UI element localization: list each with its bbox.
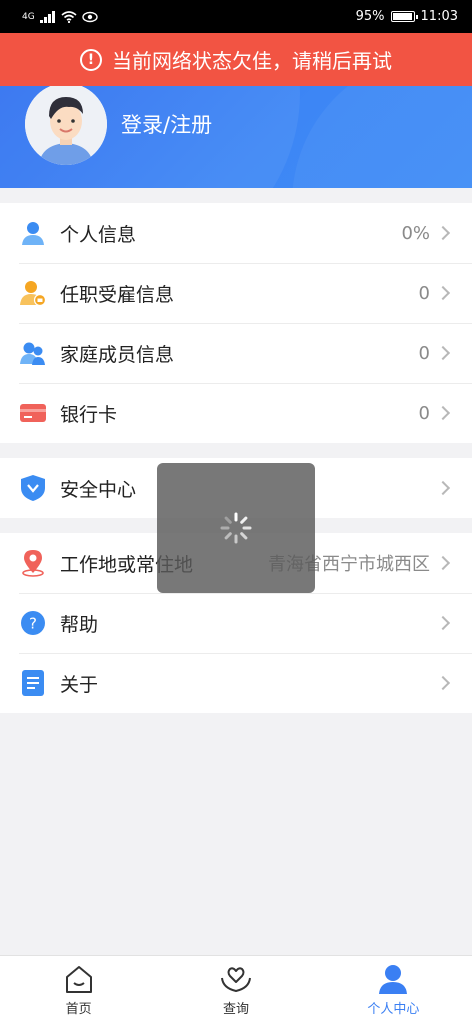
chevron-right-icon (435, 555, 451, 571)
eye-icon (82, 11, 98, 22)
chevron-right-icon (435, 480, 451, 496)
menu-item-value: 0 (418, 402, 430, 424)
bottom-tab-bar: 首页 查询 个人中心 (0, 955, 472, 1024)
network-warning-banner: ! 当前网络状态欠佳，请稍后再试 (0, 33, 472, 86)
battery-fill (392, 13, 412, 20)
tab-query[interactable]: 查询 (157, 956, 314, 1024)
menu-item-family-info[interactable]: 家庭成员信息 0 (0, 323, 472, 383)
menu-item-value: 0 (418, 342, 430, 364)
menu-item-label: 家庭成员信息 (60, 343, 175, 366)
family-icon (19, 339, 47, 367)
employment-icon (19, 279, 47, 307)
info-group: 个人信息 0% 任职受雇信息 0 家庭成员信息 0 银行卡 0 (0, 203, 472, 443)
menu-item-bank-card[interactable]: 银行卡 0 (0, 383, 472, 443)
wifi-icon (61, 10, 77, 23)
chevron-right-icon (435, 285, 451, 301)
location-pin-icon (19, 549, 47, 577)
tab-personal-center[interactable]: 个人中心 (315, 956, 472, 1024)
tab-label: 查询 (222, 1002, 249, 1017)
person-icon (19, 219, 47, 247)
chevron-right-icon (435, 345, 451, 361)
loading-overlay (157, 463, 315, 593)
menu-item-employment-info[interactable]: 任职受雇信息 0 (0, 263, 472, 323)
menu-item-value: 0% (401, 222, 430, 244)
avatar[interactable] (25, 83, 107, 165)
network-label: 4G (22, 11, 35, 22)
document-icon (19, 669, 47, 697)
tab-label: 个人中心 (367, 1002, 420, 1017)
shield-icon (19, 474, 47, 502)
menu-item-help[interactable]: ? 帮助 (0, 593, 472, 653)
avatar-illustration (25, 83, 107, 165)
heart-hands-icon (220, 967, 251, 993)
menu-item-label: 银行卡 (60, 403, 118, 426)
status-left: 4G (22, 10, 98, 23)
status-time: 11:03 (420, 9, 458, 24)
home-icon (65, 966, 92, 993)
tab-label: 首页 (65, 1002, 92, 1017)
chevron-right-icon (435, 225, 451, 241)
chevron-right-icon (435, 675, 451, 691)
svg-text:?: ? (29, 615, 37, 633)
bank-card-icon (19, 399, 47, 427)
login-register-link[interactable]: 登录/注册 (121, 109, 212, 139)
alert-icon: ! (80, 48, 102, 71)
battery-icon (390, 11, 418, 22)
banner-text: 当前网络状态欠佳，请稍后再试 (112, 49, 392, 73)
tab-home[interactable]: 首页 (0, 956, 157, 1024)
menu-item-label: 关于 (60, 673, 99, 696)
status-right: 95% 11:03 (356, 9, 458, 24)
menu-item-label: 个人信息 (60, 223, 137, 246)
user-center-icon (379, 965, 408, 994)
menu-item-about[interactable]: 关于 (0, 653, 472, 713)
menu-item-label: 任职受雇信息 (60, 283, 175, 306)
chevron-right-icon (435, 405, 451, 421)
menu-item-value: 0 (418, 282, 430, 304)
help-icon: ? (19, 609, 47, 637)
chevron-right-icon (435, 615, 451, 631)
menu-item-label: 帮助 (60, 613, 99, 636)
status-bar: 4G 95% 11:03 (0, 0, 472, 33)
loading-spinner-icon (220, 512, 252, 544)
signal-icon (39, 10, 55, 23)
battery-percent: 95% (355, 9, 385, 24)
menu-item-personal-info[interactable]: 个人信息 0% (0, 203, 472, 263)
